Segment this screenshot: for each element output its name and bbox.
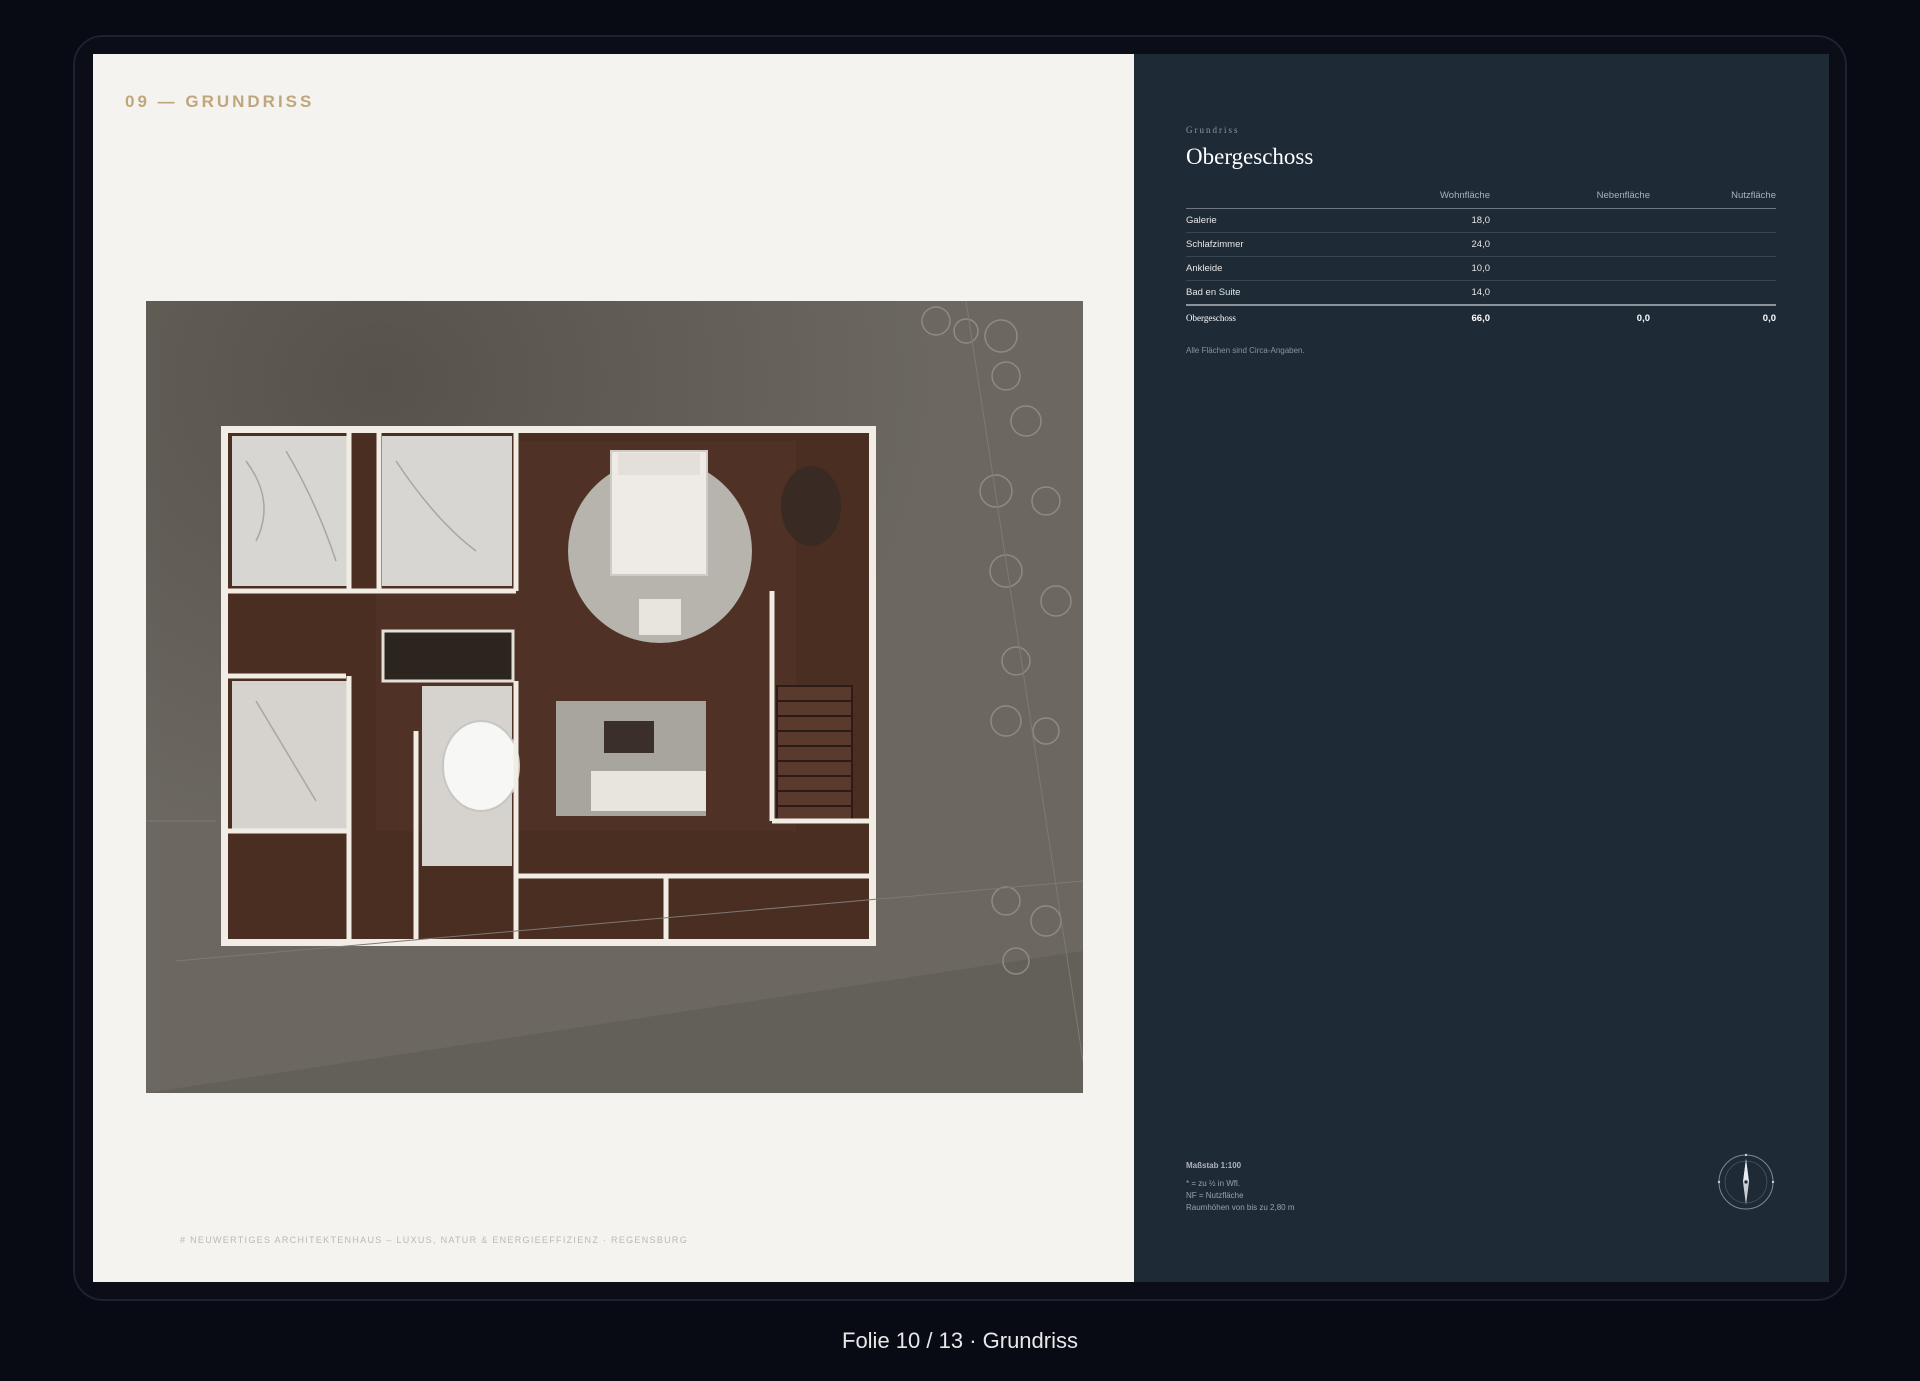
table-row: Galerie 18,0 <box>1186 208 1776 233</box>
wohnflaeche-value: 18,0 <box>1386 208 1490 233</box>
table-row: Ankleide 10,0 <box>1186 256 1776 281</box>
slide-footer: # NEUWERTIGES ARCHITEKTENHAUS – LUXUS, N… <box>180 1235 689 1245</box>
bathroom-right <box>382 436 512 586</box>
bathroom-left <box>232 436 347 586</box>
room-name: Bad en Suite <box>1186 280 1386 305</box>
bathtub <box>442 720 520 812</box>
total-nebenflaeche: 0,0 <box>1490 303 1650 331</box>
column-header-wohnflaeche: Wohnfläche <box>1386 190 1490 209</box>
nutzflaeche-value <box>1650 208 1776 233</box>
scale-legend: Maßstab 1:100 * = zu ½ in Wfl. NF = Nutz… <box>1186 1160 1295 1214</box>
nutzflaeche-value <box>1650 280 1776 305</box>
nebenflaeche-value <box>1490 280 1650 305</box>
floor-title: Obergeschoss <box>1186 144 1314 169</box>
area-note: Alle Flächen sind Circa-Angaben. <box>1186 346 1305 355</box>
column-header-nutzflaeche: Nutzfläche <box>1650 190 1776 209</box>
slide-left-pane: 09 — GRUNDRISS # NEUWERTIGES ARCHITEKTEN… <box>93 54 1134 1282</box>
slide: 09 — GRUNDRISS # NEUWERTIGES ARCHITEKTEN… <box>93 54 1829 1282</box>
total-label: Obergeschoss <box>1186 303 1386 331</box>
table-row: Bad en Suite 14,0 <box>1186 280 1776 305</box>
compass-rose-icon <box>1717 1153 1775 1210</box>
total-nutzflaeche: 0,0 <box>1650 303 1776 331</box>
column-header <box>1186 190 1386 209</box>
room-name: Galerie <box>1186 208 1386 233</box>
info-panel: Grundriss Obergeschoss Wohnfläche Nebenf… <box>1134 54 1829 1282</box>
wohnflaeche-value: 10,0 <box>1386 256 1490 281</box>
floor-plan-render <box>146 301 1083 1093</box>
wohnflaeche-value: 24,0 <box>1386 232 1490 257</box>
column-header-nebenflaeche: Nebenfläche <box>1490 190 1650 209</box>
table-total-row: Obergeschoss 66,0 0,0 0,0 <box>1186 303 1776 331</box>
slide-caption: Folie 10 / 13 · Grundriss <box>842 1328 1078 1353</box>
floor-plan-image <box>146 301 1083 1093</box>
area-table: Wohnfläche Nebenfläche Nutzfläche Galeri… <box>1186 190 1776 331</box>
nebenflaeche-value <box>1490 208 1650 233</box>
area-table-header: Wohnfläche Nebenfläche Nutzfläche <box>1186 190 1776 209</box>
room-name: Schlafzimmer <box>1186 232 1386 257</box>
legend-line: NF = Nutzfläche <box>1186 1191 1244 1200</box>
wohnflaeche-value: 14,0 <box>1386 280 1490 305</box>
legend-line: * = zu ½ in Wfl. <box>1186 1179 1241 1188</box>
table-row: Schlafzimmer 24,0 <box>1186 232 1776 257</box>
panel-eyebrow: Grundriss <box>1186 125 1240 135</box>
legend-line: Raumhöhen von bis zu 2,80 m <box>1186 1203 1295 1212</box>
section-label: 09 — GRUNDRISS <box>125 92 315 111</box>
scale-title: Maßstab 1:100 <box>1186 1161 1242 1170</box>
sofa <box>591 771 706 811</box>
nutzflaeche-value <box>1650 232 1776 257</box>
nebenflaeche-value <box>1490 232 1650 257</box>
total-wohnflaeche: 66,0 <box>1386 303 1490 331</box>
nebenflaeche-value <box>1490 256 1650 281</box>
nutzflaeche-value <box>1650 256 1776 281</box>
room-name: Ankleide <box>1186 256 1386 281</box>
